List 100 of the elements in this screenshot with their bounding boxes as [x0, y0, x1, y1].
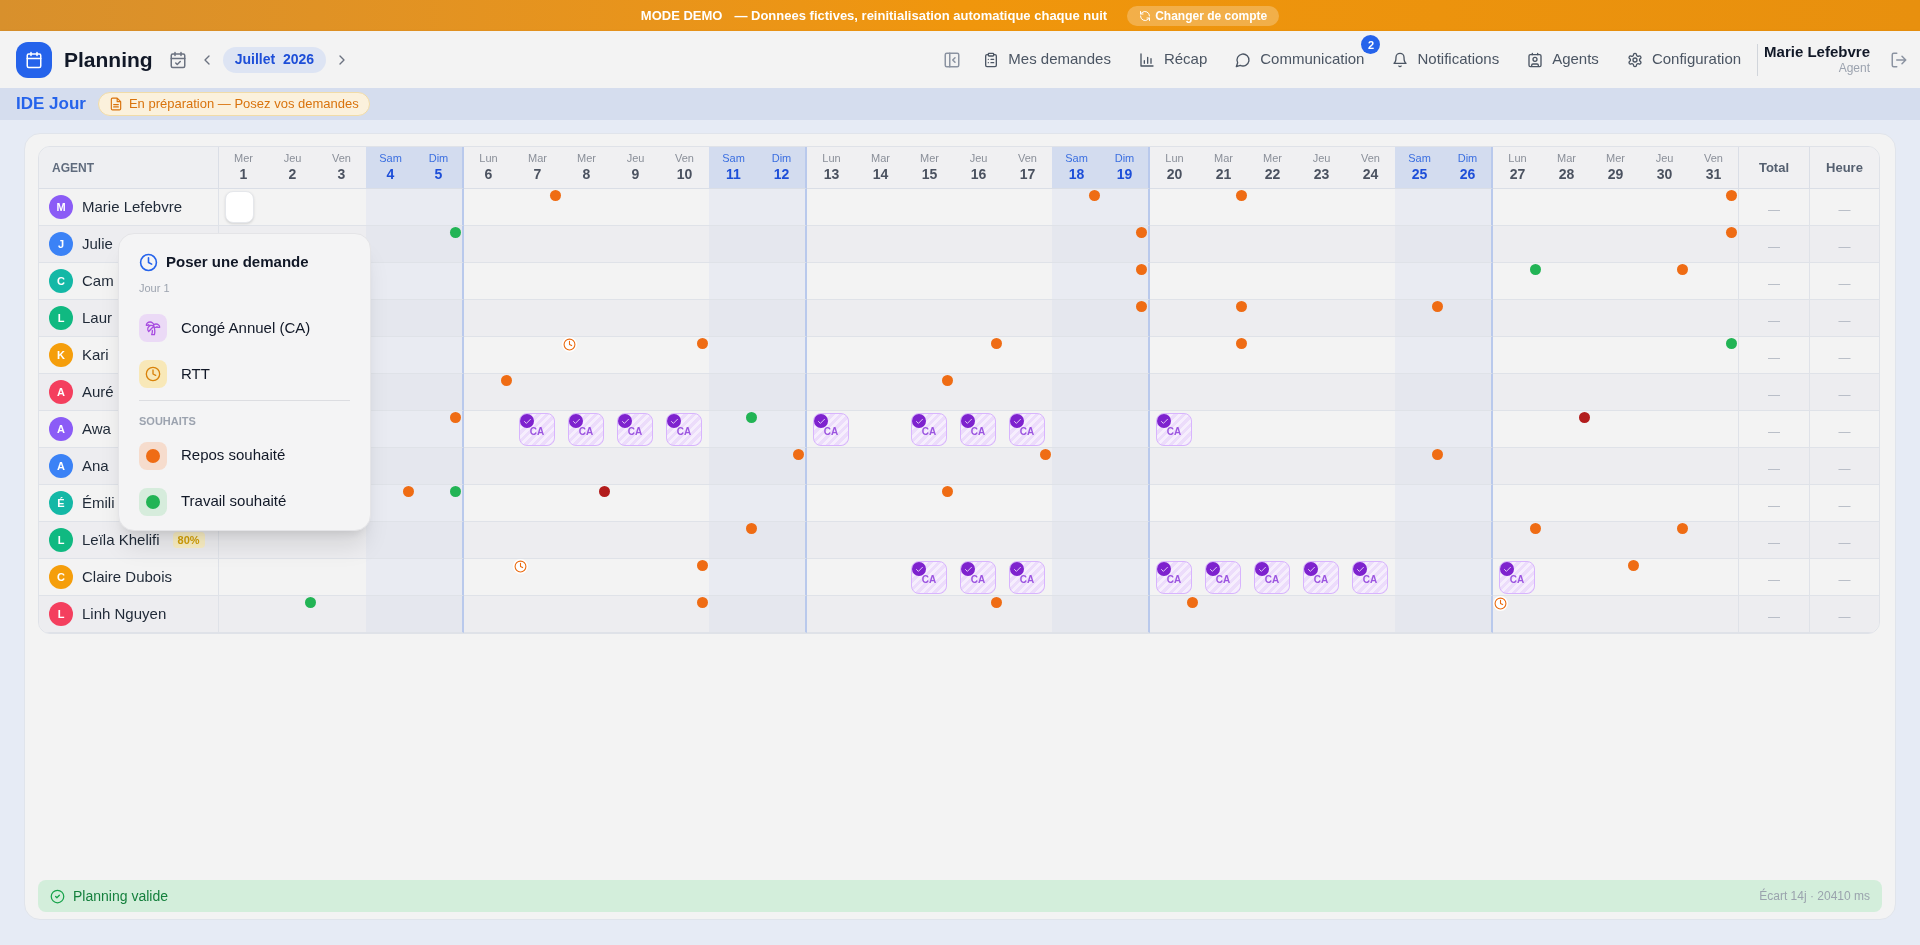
- leave-tile[interactable]: CA: [1303, 561, 1339, 594]
- day-cell[interactable]: [758, 596, 807, 633]
- day-cell[interactable]: CA: [905, 411, 954, 448]
- nav-link[interactable]: Configuration: [1626, 48, 1742, 71]
- leave-tile[interactable]: CA: [813, 413, 849, 446]
- day-cell[interactable]: [464, 300, 513, 337]
- day-cell[interactable]: [1493, 226, 1542, 263]
- day-cell[interactable]: [317, 596, 366, 633]
- day-cell[interactable]: [1003, 596, 1052, 633]
- day-cell[interactable]: [1689, 522, 1738, 559]
- day-cell[interactable]: [415, 485, 464, 522]
- day-cell[interactable]: [1444, 596, 1493, 633]
- day-cell[interactable]: [366, 226, 415, 263]
- day-cell[interactable]: [709, 522, 758, 559]
- month-selector[interactable]: Juillet 2026: [222, 46, 327, 73]
- day-cell[interactable]: [660, 522, 709, 559]
- day-cell[interactable]: [1101, 337, 1150, 374]
- nav-link[interactable]: Récap: [1138, 48, 1208, 71]
- day-cell[interactable]: [1493, 522, 1542, 559]
- day-cell[interactable]: [464, 374, 513, 411]
- day-cell[interactable]: [464, 226, 513, 263]
- day-cell[interactable]: CA: [513, 411, 562, 448]
- day-cell[interactable]: [1493, 374, 1542, 411]
- day-cell[interactable]: [1395, 448, 1444, 485]
- day-cell[interactable]: [1150, 226, 1199, 263]
- day-cell[interactable]: [415, 448, 464, 485]
- day-cell[interactable]: [1101, 300, 1150, 337]
- day-cell[interactable]: [1444, 263, 1493, 300]
- day-cell[interactable]: [1689, 300, 1738, 337]
- nav-link[interactable]: Mes demandes: [983, 48, 1111, 71]
- day-cell[interactable]: [1101, 263, 1150, 300]
- day-cell[interactable]: [807, 374, 856, 411]
- day-cell[interactable]: [415, 411, 464, 448]
- day-cell[interactable]: [1689, 337, 1738, 374]
- day-cell[interactable]: CA: [1003, 559, 1052, 596]
- day-cell[interactable]: [709, 337, 758, 374]
- day-cell[interactable]: [366, 522, 415, 559]
- day-cell[interactable]: [807, 300, 856, 337]
- day-cell[interactable]: CA: [1248, 559, 1297, 596]
- day-cell[interactable]: [660, 559, 709, 596]
- switch-account-button[interactable]: Changer de compte: [1127, 5, 1280, 26]
- day-cell[interactable]: [709, 559, 758, 596]
- day-cell[interactable]: [1493, 448, 1542, 485]
- leave-tile[interactable]: CA: [1156, 413, 1192, 446]
- leave-tile[interactable]: CA: [1352, 561, 1388, 594]
- day-cell[interactable]: CA: [954, 411, 1003, 448]
- day-cell[interactable]: [366, 189, 415, 226]
- day-cell[interactable]: [415, 263, 464, 300]
- day-cell[interactable]: [1444, 300, 1493, 337]
- clock-icon[interactable]: [513, 559, 528, 574]
- day-cell[interactable]: [758, 374, 807, 411]
- day-cell[interactable]: CA: [611, 411, 660, 448]
- day-cell[interactable]: [1052, 448, 1101, 485]
- leave-tile[interactable]: CA: [568, 413, 604, 446]
- day-cell[interactable]: [807, 448, 856, 485]
- leave-tile[interactable]: CA: [666, 413, 702, 446]
- day-cell[interactable]: [660, 300, 709, 337]
- day-cell[interactable]: CA: [807, 411, 856, 448]
- day-cell[interactable]: [1395, 189, 1444, 226]
- day-cell[interactable]: [464, 522, 513, 559]
- day-cell[interactable]: [660, 596, 709, 633]
- day-cell[interactable]: [1101, 411, 1150, 448]
- calendar-icon[interactable]: [168, 50, 187, 69]
- day-cell[interactable]: [709, 374, 758, 411]
- day-cell[interactable]: [1150, 522, 1199, 559]
- day-cell[interactable]: [1101, 485, 1150, 522]
- day-cell[interactable]: [709, 485, 758, 522]
- day-cell[interactable]: [807, 522, 856, 559]
- day-cell[interactable]: [219, 189, 268, 226]
- leave-tile[interactable]: CA: [911, 413, 947, 446]
- day-cell[interactable]: CA: [562, 411, 611, 448]
- day-cell[interactable]: [758, 189, 807, 226]
- day-cell[interactable]: CA: [954, 559, 1003, 596]
- day-cell[interactable]: [1395, 411, 1444, 448]
- day-cell[interactable]: [464, 448, 513, 485]
- leave-tile[interactable]: CA: [1205, 561, 1241, 594]
- nav-link[interactable]: Agents: [1527, 48, 1599, 71]
- day-cell[interactable]: [758, 300, 807, 337]
- day-cell[interactable]: [1101, 448, 1150, 485]
- day-cell[interactable]: [758, 226, 807, 263]
- menu-item[interactable]: RTT: [139, 360, 350, 388]
- day-cell[interactable]: [758, 337, 807, 374]
- day-cell[interactable]: [1689, 226, 1738, 263]
- day-cell[interactable]: [1150, 374, 1199, 411]
- day-cell[interactable]: [1493, 263, 1542, 300]
- day-cell[interactable]: [1493, 300, 1542, 337]
- clock-icon[interactable]: [1493, 596, 1508, 611]
- day-cell[interactable]: [807, 226, 856, 263]
- logout-icon[interactable]: [1890, 50, 1908, 69]
- day-cell[interactable]: [415, 522, 464, 559]
- day-cell[interactable]: [1052, 189, 1101, 226]
- day-cell[interactable]: [1444, 485, 1493, 522]
- day-cell[interactable]: [1101, 522, 1150, 559]
- day-cell[interactable]: [758, 522, 807, 559]
- day-cell[interactable]: [1444, 226, 1493, 263]
- day-cell[interactable]: [1395, 263, 1444, 300]
- day-cell[interactable]: [1444, 448, 1493, 485]
- leave-tile[interactable]: CA: [617, 413, 653, 446]
- day-cell[interactable]: [1689, 189, 1738, 226]
- menu-item[interactable]: Repos souhaité: [139, 441, 350, 470]
